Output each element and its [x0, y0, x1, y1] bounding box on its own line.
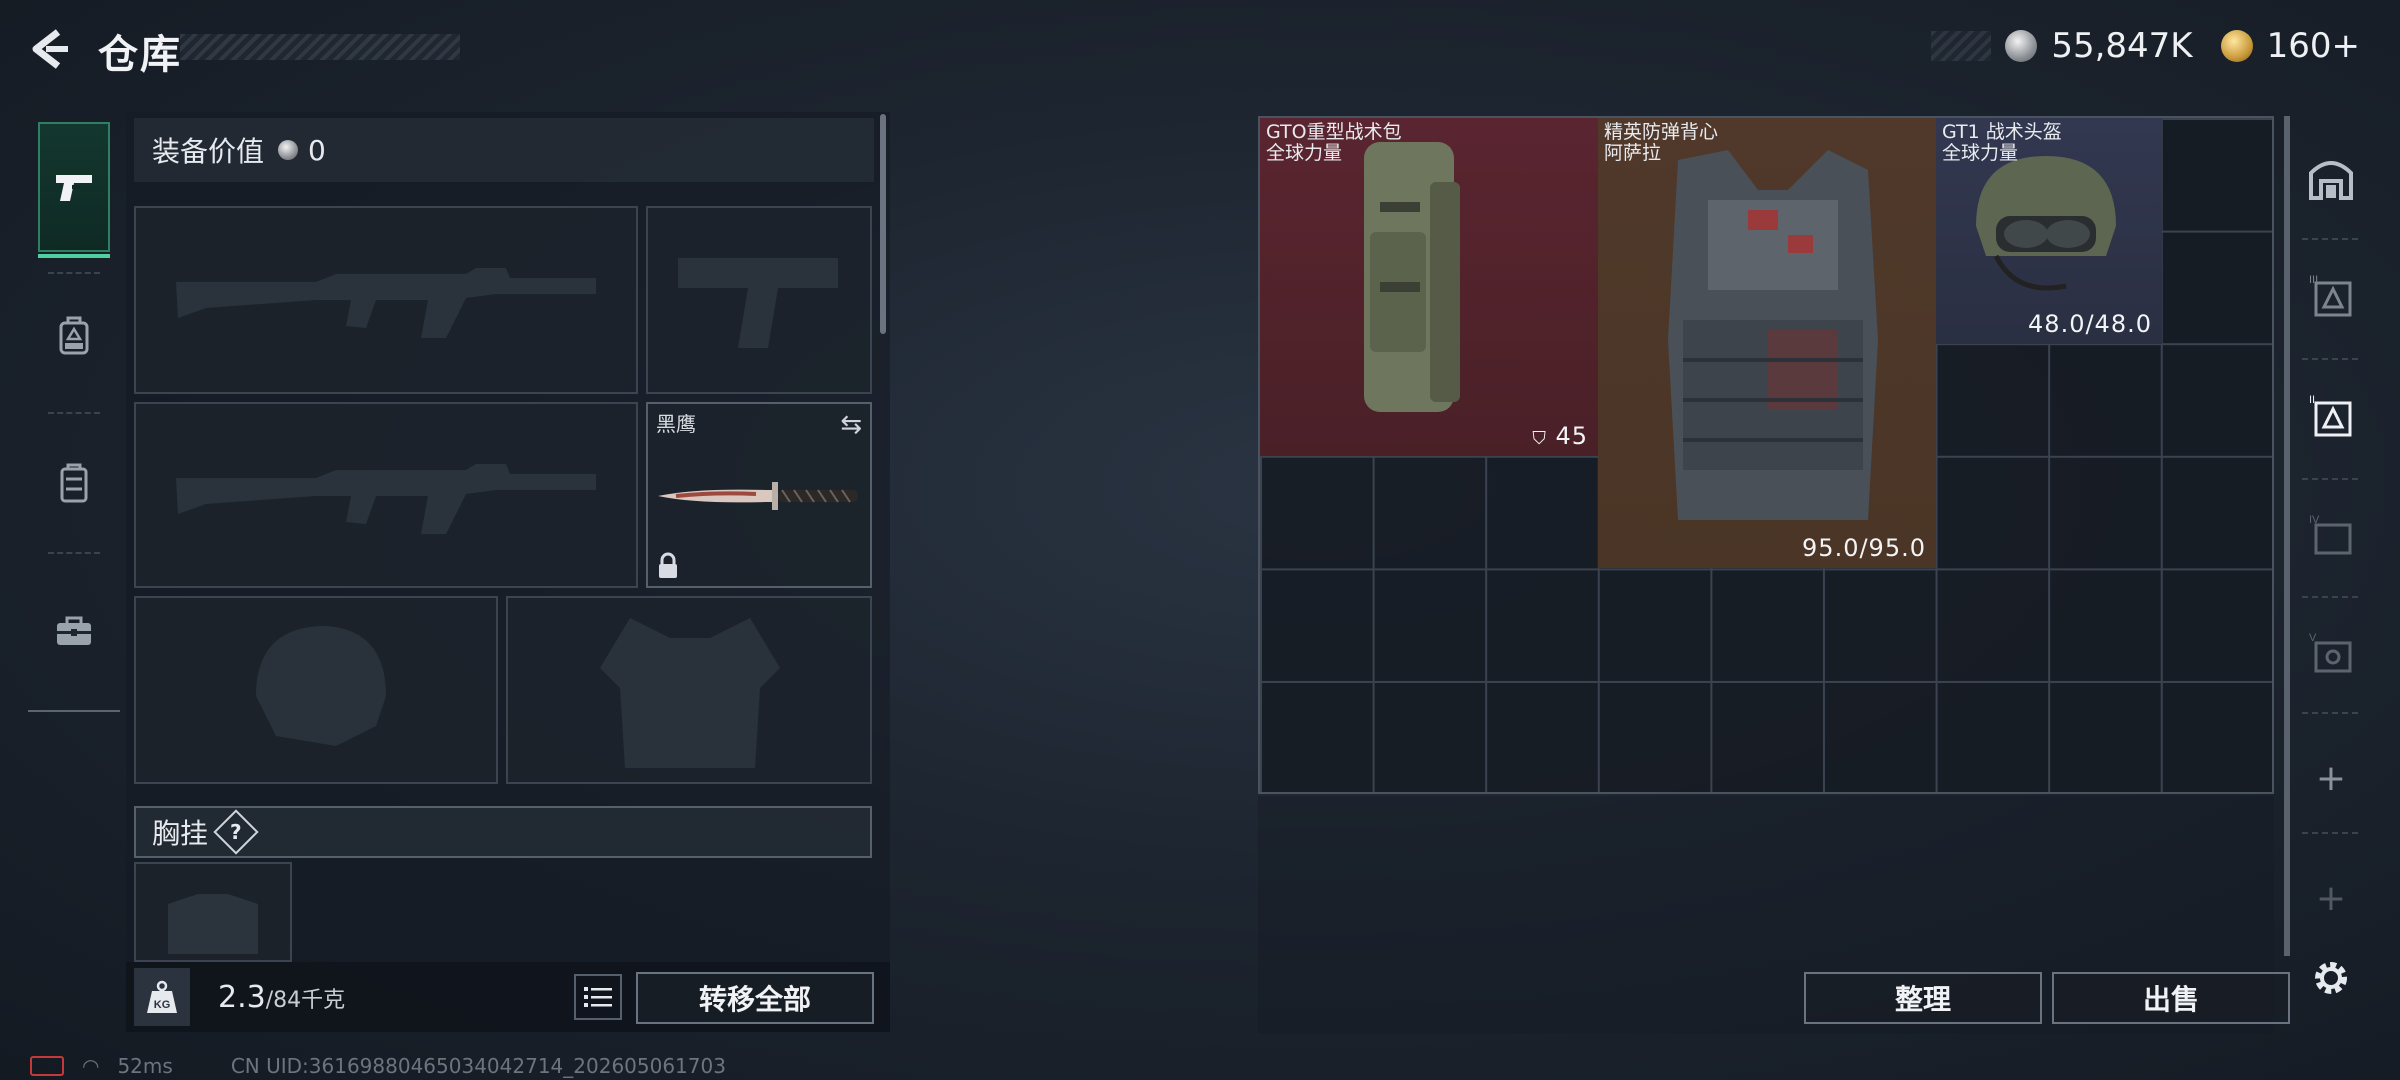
pistol-icon	[56, 175, 92, 201]
stash-tab-main[interactable]	[2300, 146, 2362, 210]
knife-icon	[658, 482, 858, 510]
add-stash-button[interactable]: +	[2300, 746, 2362, 810]
add-icon: +	[2315, 757, 2347, 799]
melee-slot[interactable]: 黑鹰 ⇆	[646, 402, 872, 588]
gold-amount[interactable]: 160+	[2267, 26, 2360, 66]
category-backpack[interactable]	[38, 270, 110, 400]
battery-icon	[30, 1056, 64, 1076]
category-weapons[interactable]	[38, 122, 110, 258]
stash-tab-2[interactable]: II	[2300, 384, 2362, 448]
category-locker[interactable]	[38, 418, 110, 548]
uid: CN UID:36169880465034042714_202605061703	[230, 1054, 726, 1078]
body-armor-icon	[1668, 150, 1878, 520]
stash-grid[interactable]: GTO重型战术包 全球力量 ⛉ 45 精英防弹背心 阿萨拉 95.0/95.0	[1258, 116, 2274, 794]
category-toolbox[interactable]	[38, 566, 110, 696]
item-capacity: ⛉ 45	[1532, 422, 1588, 450]
armor-slot[interactable]	[506, 596, 872, 784]
tier-3-icon: III	[2309, 274, 2352, 317]
svg-text:III: III	[2309, 274, 2318, 286]
sort-button[interactable]: 整理	[1804, 972, 2042, 1024]
currency-decoration	[1931, 31, 1992, 61]
home-icon	[2309, 161, 2353, 200]
help-button[interactable]: ?	[213, 809, 259, 855]
silver-coin-icon	[278, 140, 299, 160]
weight-max: /84千克	[265, 988, 346, 1013]
transfer-all-button[interactable]: 转移全部	[636, 972, 874, 1024]
stash-item-body-armor[interactable]: 精英防弹背心 阿萨拉 95.0/95.0	[1598, 118, 1936, 568]
add-stash-button[interactable]: +	[2300, 866, 2362, 930]
list-view-button[interactable]	[574, 974, 622, 1020]
toolbox-icon	[57, 616, 91, 645]
back-button[interactable]	[28, 26, 74, 72]
armor-silhouette-icon	[600, 618, 780, 768]
page-title: 仓库	[98, 32, 182, 78]
weight-readout: 2.3/84千克	[218, 980, 345, 1015]
locker-icon	[60, 463, 88, 503]
chest-rig-label: 胸挂	[152, 817, 209, 850]
equipment-value: 0	[308, 133, 326, 167]
helmet-icon	[1976, 156, 2116, 291]
wifi-icon: ◠	[82, 1054, 100, 1078]
item-name: GT1 战术头盔 全球力量	[1942, 121, 2062, 164]
item-name: 精英防弹背心 阿萨拉	[1604, 121, 1719, 164]
equipment-value-header: 装备价值 0	[134, 118, 874, 182]
list-icon	[584, 987, 612, 1007]
item-durability: 95.0/95.0	[1802, 534, 1926, 562]
svg-text:II: II	[2309, 394, 2315, 406]
ping: 52ms	[117, 1054, 173, 1078]
stash-item-tactical-bag[interactable]: GTO重型战术包 全球力量 ⛉ 45	[1260, 118, 1598, 456]
pistol-slot[interactable]	[646, 206, 872, 394]
tactical-bag-icon	[1364, 142, 1460, 412]
help-icon: ?	[230, 819, 242, 844]
weight-current: 2.3	[218, 980, 266, 1015]
helmet-slot[interactable]	[134, 596, 498, 784]
pistol-silhouette-icon	[678, 258, 838, 348]
melee-name: 黑鹰	[656, 412, 696, 436]
lock-icon	[659, 552, 677, 578]
item-durability: 48.0/48.0	[2028, 310, 2152, 338]
sell-button[interactable]: 出售	[2052, 972, 2290, 1024]
item-name: GTO重型战术包 全球力量	[1266, 121, 1402, 164]
tier-4-icon: IV	[2309, 514, 2352, 555]
status-bar: ◠ 52ms CN UID:36169880465034042714_20260…	[30, 1054, 726, 1078]
category-sidebar	[28, 112, 122, 712]
svg-text:KG: KG	[154, 999, 171, 1011]
back-arrow-icon	[32, 29, 68, 69]
silver-amount: 55,847K	[2051, 26, 2193, 66]
secondary-weapon-slot[interactable]	[134, 402, 638, 588]
equipment-scrollbar[interactable]	[880, 114, 886, 334]
weight-icon: KG	[134, 968, 190, 1026]
stash-tab-5[interactable]: V	[2300, 622, 2362, 686]
chest-rig-slot[interactable]	[134, 862, 292, 962]
add-icon: +	[2315, 877, 2347, 919]
tier-5-icon: V	[2309, 632, 2352, 673]
backpack-icon: ⛉	[1532, 428, 1547, 449]
rifle-silhouette-icon	[176, 464, 596, 534]
stash-tab-4[interactable]: IV	[2300, 504, 2362, 568]
helmet-silhouette-icon	[256, 626, 386, 746]
silver-coin-icon	[2005, 30, 2038, 62]
gear-icon	[2315, 962, 2347, 994]
rifle-silhouette-icon	[176, 268, 596, 338]
chest-rig-silhouette-icon	[168, 894, 258, 954]
equipment-value-label: 装备价值	[152, 135, 265, 168]
gold-coin-icon[interactable]	[2220, 30, 2253, 62]
svg-text:IV: IV	[2309, 514, 2320, 526]
primary-weapon-slot[interactable]	[134, 206, 638, 394]
swap-icon[interactable]: ⇆	[840, 410, 862, 440]
settings-button[interactable]	[2300, 946, 2362, 1010]
stash-item-helmet[interactable]: GT1 战术头盔 全球力量 48.0/48.0	[1936, 118, 2162, 344]
currency-bar: 55,847K 160+	[1931, 24, 2360, 68]
stash-tab-3[interactable]: III	[2300, 264, 2362, 328]
kg-weight-icon: KG	[147, 980, 177, 1013]
chest-rig-header: 胸挂 ?	[134, 806, 872, 858]
title-decoration	[180, 34, 460, 60]
stash-scrollbar[interactable]	[2284, 116, 2290, 956]
svg-text:V: V	[2309, 632, 2317, 644]
backpack-icon	[59, 316, 89, 355]
tier-2-icon: II	[2309, 394, 2352, 437]
